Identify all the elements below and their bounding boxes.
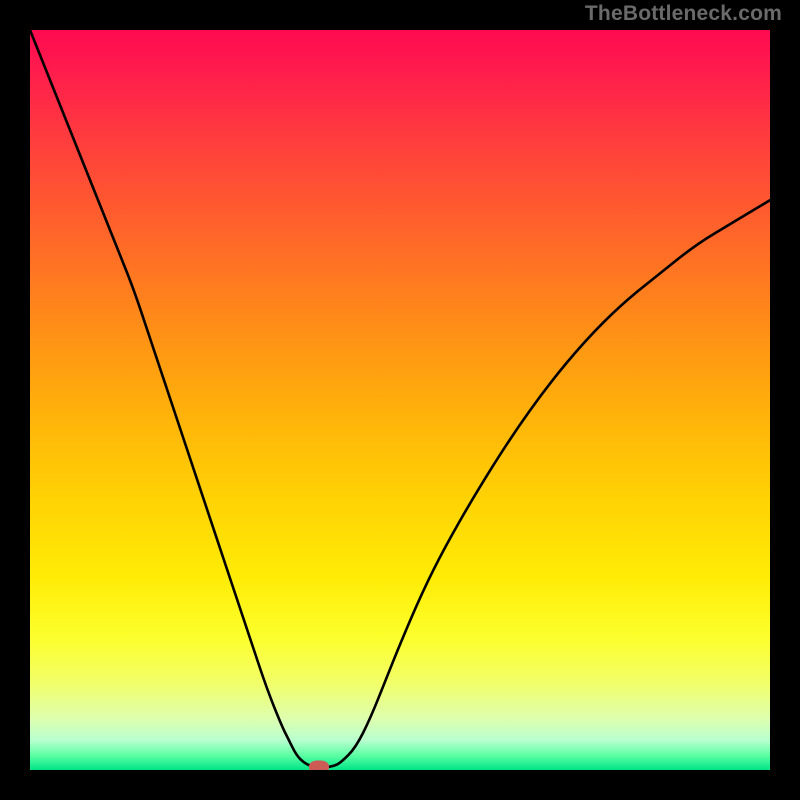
optimal-marker [309,761,329,770]
chart-frame: TheBottleneck.com [0,0,800,800]
plot-area [30,30,770,770]
bottleneck-curve [30,30,770,770]
watermark-text: TheBottleneck.com [585,2,782,26]
